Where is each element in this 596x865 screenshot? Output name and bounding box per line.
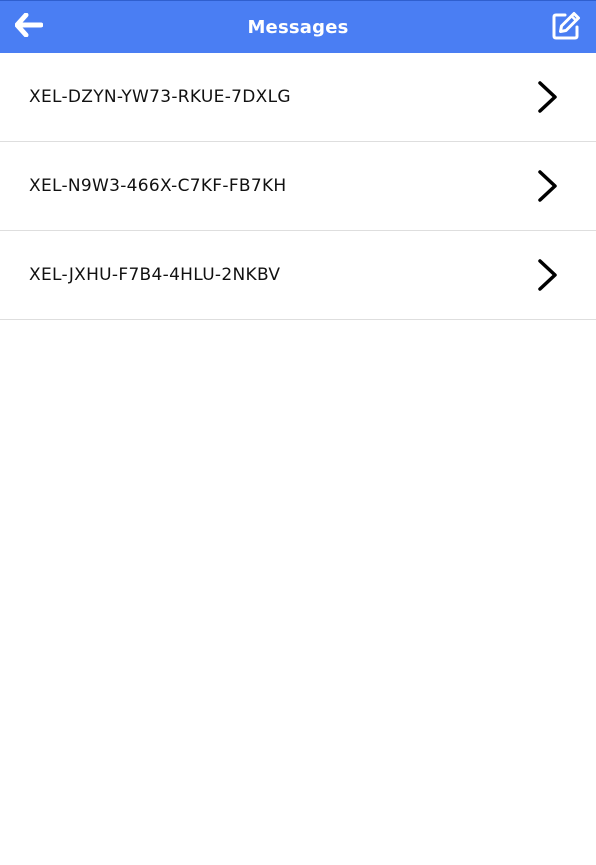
arrow-left-icon bbox=[14, 12, 44, 41]
app-header: Messages bbox=[0, 0, 596, 53]
chevron-right-icon bbox=[536, 80, 560, 114]
back-button[interactable] bbox=[13, 12, 45, 42]
message-id-label: XEL-DZYN-YW73-RKUE-7DXLG bbox=[29, 87, 291, 107]
message-list: XEL-DZYN-YW73-RKUE-7DXLG XEL-N9W3-466X-C… bbox=[0, 53, 596, 320]
compose-button[interactable] bbox=[550, 12, 582, 44]
message-id-label: XEL-N9W3-466X-C7KF-FB7KH bbox=[29, 176, 287, 196]
message-id-label: XEL-JXHU-F7B4-4HLU-2NKBV bbox=[29, 265, 281, 285]
list-item[interactable]: XEL-N9W3-466X-C7KF-FB7KH bbox=[0, 142, 596, 231]
page-title: Messages bbox=[247, 16, 349, 38]
list-item[interactable]: XEL-DZYN-YW73-RKUE-7DXLG bbox=[0, 53, 596, 142]
edit-compose-icon bbox=[551, 11, 581, 45]
chevron-right-icon bbox=[536, 258, 560, 292]
list-item[interactable]: XEL-JXHU-F7B4-4HLU-2NKBV bbox=[0, 231, 596, 320]
chevron-right-icon bbox=[536, 169, 560, 203]
